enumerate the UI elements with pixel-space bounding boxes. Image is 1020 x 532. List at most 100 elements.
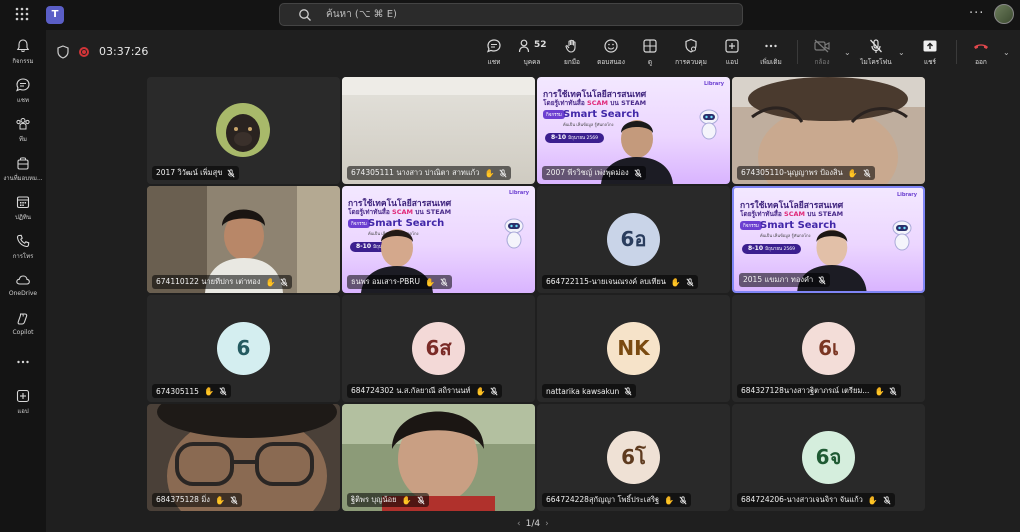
microphone-button[interactable]: ไมโครโฟน bbox=[858, 38, 894, 67]
participant-name: 684327128นางสาวฐิตาภรณ์ เตรียม... bbox=[741, 386, 870, 395]
participant-name-tag: 2015 แขมภา ทองคำ bbox=[739, 273, 831, 287]
participant-name-tag: 674305110-นุญญาพร ป้องสิน ✋ bbox=[737, 166, 875, 180]
mic-muted-icon bbox=[818, 275, 826, 284]
react-button[interactable]: ตอบสนอง bbox=[593, 38, 629, 67]
meeting-timer: 03:37:26 bbox=[99, 45, 149, 58]
add-apps-icon bbox=[16, 389, 30, 403]
participant-tile[interactable]: 6เ 684327128นางสาวฐิตาภรณ์ เตรียม... ✋ bbox=[732, 295, 925, 402]
hand-raised-icon: ✋ bbox=[424, 277, 435, 287]
participant-name-tag: ธนพร อมเสาร-PBRU ✋ bbox=[347, 275, 452, 289]
participant-tile[interactable]: 6 674305115 ✋ bbox=[147, 295, 340, 402]
participant-name-tag: 684724302 น.ส.กัลยาณี สถิรานนท์ ✋ bbox=[347, 384, 503, 398]
participant-tile[interactable]: Library การใช้เทคโนโลยีสารสนเทศ โดยรู้เท่า… bbox=[537, 77, 730, 184]
microphone-label: ไมโครโฟน bbox=[860, 58, 892, 66]
mic-muted-icon bbox=[499, 168, 507, 177]
controls-button[interactable]: การควบคุม bbox=[673, 38, 709, 67]
camera-options-chevron-icon[interactable]: ⌄ bbox=[844, 48, 851, 57]
rail-item-bell[interactable]: กิจกรรม bbox=[0, 38, 46, 66]
apps-button[interactable]: แอป bbox=[714, 38, 750, 67]
mic-muted-icon bbox=[230, 495, 238, 504]
leave-button[interactable]: ออก bbox=[963, 38, 999, 67]
rail-item-copilot[interactable]: Copilot bbox=[0, 311, 46, 336]
participant-tile[interactable]: 684375128 มิ่ง ✋ bbox=[147, 404, 340, 511]
view-label: ดู bbox=[647, 58, 653, 66]
more-button[interactable]: เพิ่มเติม bbox=[753, 38, 789, 67]
left-rail: กิจกรรมแชททีมงานที่มอบหม... ปฏิทินการโทร O… bbox=[0, 30, 46, 532]
camera-button[interactable]: กล้อง bbox=[804, 38, 840, 67]
mic-muted-icon bbox=[219, 386, 227, 395]
participant-tile[interactable]: 6โ 664724228สุกัญญา โพธิ์ประเสริฐ ✋ bbox=[537, 404, 730, 511]
app-launcher-icon[interactable] bbox=[14, 6, 32, 24]
view-button[interactable]: ดู bbox=[632, 38, 668, 67]
next-page-icon[interactable]: › bbox=[545, 519, 549, 529]
participant-tile[interactable]: 2017 วิวัฒน์ เพิ่มสุข bbox=[147, 77, 340, 184]
react-label: ตอบสนอง bbox=[597, 58, 625, 66]
recording-indicator-icon bbox=[79, 47, 89, 57]
more-apps-icon bbox=[17, 360, 29, 364]
participant-tile[interactable]: 674110122 นายทีปกร เต่าทอง ✋ bbox=[147, 186, 340, 293]
chat-button[interactable]: แชท bbox=[476, 38, 512, 67]
participant-name: 2015 แขมภา ทองคำ bbox=[743, 275, 814, 284]
toolbar-divider-2 bbox=[956, 40, 957, 64]
rail-item-chat[interactable]: แชท bbox=[0, 77, 46, 105]
raise-hand-button[interactable]: ยกมือ bbox=[554, 38, 590, 67]
participant-tile[interactable]: NK nattarika kawsakun bbox=[537, 295, 730, 402]
participant-initials: 6จ bbox=[802, 431, 855, 484]
hand-raised-icon: ✋ bbox=[475, 386, 486, 396]
participant-name: 2017 วิวัฒน์ เพิ่มสุข bbox=[156, 168, 223, 177]
ellipsis-icon bbox=[765, 44, 777, 48]
mic-muted-icon bbox=[416, 495, 425, 504]
participant-name-tag: 674305115 ✋ bbox=[152, 384, 231, 398]
people-button[interactable]: 52 บุคคล bbox=[514, 38, 550, 67]
hand-raised-icon: ✋ bbox=[214, 495, 225, 505]
raise-hand-label: ยกมือ bbox=[564, 58, 580, 66]
participant-initials: 6 bbox=[217, 322, 270, 375]
participant-name: 684724206-นางสาวเจนจิรา จันแก้ว bbox=[741, 495, 863, 504]
page-indicator: 1/4 bbox=[525, 519, 541, 529]
participant-tile[interactable]: 6จ 684724206-นางสาวเจนจิรา จันแก้ว ✋ bbox=[732, 404, 925, 511]
participant-tile[interactable]: Library การใช้เทคโนโลยีสารสนเทศ โดยรู้เท่า… bbox=[342, 186, 535, 293]
teams-icon bbox=[16, 118, 30, 130]
rail-item-more-apps[interactable] bbox=[0, 354, 46, 372]
mic-muted-icon bbox=[490, 386, 498, 395]
previous-page-icon[interactable]: ‹ bbox=[517, 519, 521, 529]
page-navigator: ‹ 1/4 › bbox=[512, 519, 554, 529]
participant-initials: 6เ bbox=[802, 322, 855, 375]
teams-logo-icon[interactable]: T bbox=[46, 6, 64, 24]
leave-options-chevron-icon[interactable]: ⌄ bbox=[1003, 48, 1010, 57]
rail-item-add-apps[interactable]: แอป bbox=[0, 388, 46, 416]
participant-name-tag: 664724228สุกัญญา โพธิ์ประเสริฐ ✋ bbox=[542, 493, 692, 507]
rail-item-calendar[interactable]: ปฏิทิน bbox=[0, 194, 46, 222]
assignments-icon bbox=[17, 157, 29, 170]
mic-muted-icon bbox=[440, 277, 448, 286]
leave-label: ออก bbox=[975, 58, 987, 66]
mic-options-chevron-icon[interactable]: ⌄ bbox=[898, 48, 905, 57]
participant-tile[interactable]: 674305111 นางสาว ปาณิตา สาทแก้ว ✋ bbox=[342, 77, 535, 184]
participant-name-tag: 674305111 นางสาว ปาณิตา สาทแก้ว ✋ bbox=[347, 166, 512, 180]
search-icon bbox=[299, 8, 311, 21]
controls-label: การควบคุม bbox=[675, 58, 707, 66]
participant-tile[interactable]: ฐิติพร บุญน้อย ✋ bbox=[342, 404, 535, 511]
participant-tile[interactable]: Library การใช้เทคโนโลยีสารสนเทศ โดยรู้เท่า… bbox=[732, 186, 925, 293]
rail-item-label: แชท bbox=[17, 97, 29, 104]
profile-avatar[interactable] bbox=[994, 4, 1014, 24]
share-button[interactable]: แชร์ bbox=[912, 38, 948, 67]
rail-item-cloud[interactable]: OneDrive bbox=[0, 272, 46, 297]
participant-name: ธนพร อมเสาร-PBRU bbox=[351, 277, 420, 286]
rail-item-teams[interactable]: ทีม bbox=[0, 116, 46, 144]
participant-tile[interactable]: 6ส 684724302 น.ส.กัลยาณี สถิรานนท์ ✋ bbox=[342, 295, 535, 402]
participant-tile[interactable]: 674305110-นุญญาพร ป้องสิน ✋ bbox=[732, 77, 925, 184]
participant-tile[interactable]: 6อ 664722115-นายเจนณรงค์ ลบเทียน ✋ bbox=[537, 186, 730, 293]
more-options-icon[interactable]: ··· bbox=[969, 6, 984, 21]
mic-muted-icon bbox=[679, 495, 687, 504]
participant-name: 664722115-นายเจนณรงค์ ลบเทียน bbox=[546, 277, 666, 286]
participant-initials: NK bbox=[607, 322, 660, 375]
rail-item-assignments[interactable]: งานที่มอบหม... bbox=[0, 155, 46, 183]
people-icon bbox=[518, 39, 530, 53]
rail-item-phone[interactable]: การโทร bbox=[0, 233, 46, 261]
hang-up-icon bbox=[974, 44, 988, 49]
shield-icon[interactable] bbox=[57, 45, 69, 59]
rail-item-label: ปฏิทิน bbox=[15, 214, 31, 221]
cloud-icon bbox=[16, 275, 30, 285]
search-input[interactable]: ค้นหา (⌥ ⌘ E) bbox=[279, 3, 743, 26]
